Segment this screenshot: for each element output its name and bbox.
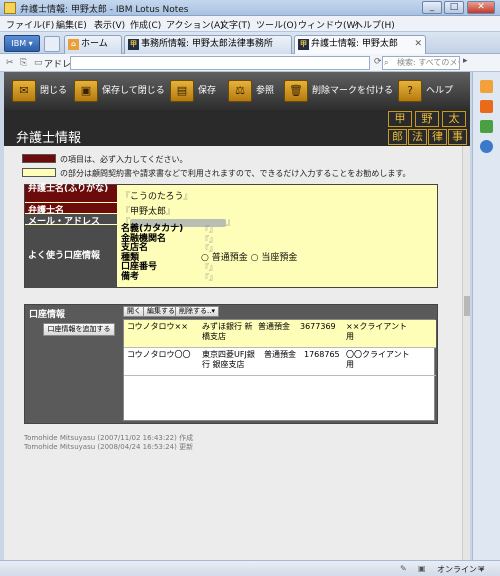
menu-file[interactable]: ファイル(F) bbox=[6, 18, 54, 31]
recommended-legend: の部分は顧問契約書や請求書などで利用されますので、できるだけ入力することをお勧め… bbox=[60, 169, 411, 178]
title-bar: 弁護士情報: 甲野太郎 - IBM Lotus Notes _ □ ✕ bbox=[0, 0, 500, 16]
reference-icon: ⚖ bbox=[228, 80, 252, 102]
menu-edit[interactable]: 編集(E) bbox=[56, 18, 87, 31]
mail-status-icon[interactable]: ✉ bbox=[478, 564, 485, 573]
account-field-labels: 名義(カタカナ) 金融機関名 支店名 種類 口座番号 備考 bbox=[121, 224, 184, 282]
required-legend: の項目は、必ず入力してください。 bbox=[60, 155, 188, 164]
menu-view[interactable]: 表示(V) bbox=[94, 18, 125, 31]
tab-home[interactable]: ⌂ ホーム bbox=[64, 35, 122, 54]
status-bar: ✎ ▣ オンライン ▾ ✉ bbox=[0, 560, 500, 576]
kana-field[interactable]: 『こうのたろう』 bbox=[121, 189, 193, 202]
sametime-icon[interactable] bbox=[480, 120, 493, 133]
trash-icon: 🗑 bbox=[284, 80, 308, 102]
edit-button[interactable]: 編集する bbox=[143, 306, 179, 317]
help-label: ヘルプ bbox=[426, 86, 454, 96]
created-info: Tomohide Mitsuyasu (2007/11/02 16:43:22)… bbox=[24, 434, 194, 442]
activities-icon[interactable] bbox=[480, 140, 493, 153]
account-section: 口座情報 口座情報を追加する 開く 編集する 削除する..▾ コウノタロウ×× … bbox=[24, 304, 438, 424]
scrollbar-thumb[interactable] bbox=[464, 296, 470, 316]
mark-delete-button[interactable]: 🗑 削除マークを付ける bbox=[284, 78, 393, 104]
required-swatch bbox=[22, 154, 56, 163]
table-row[interactable]: コウノタロウ〇〇 東京四菱UFJ銀行 銀座支店 普通預金 1768765 〇〇ク… bbox=[124, 348, 436, 376]
save-close-icon: ▣ bbox=[74, 80, 98, 102]
notes-db-icon: 甲 bbox=[298, 39, 309, 50]
paste-icon[interactable]: ▭ bbox=[34, 58, 43, 68]
mark-delete-label: 削除マークを付ける bbox=[312, 86, 394, 96]
name-label: 弁護士名 bbox=[25, 203, 117, 216]
save-label: 保存 bbox=[198, 86, 217, 96]
minimize-button[interactable]: _ bbox=[422, 1, 442, 14]
close-doc-icon: ✉ bbox=[12, 80, 36, 102]
action-bar: ✉ 閉じる ▣ 保存して閉じる ▤ 保存 ⚖ 参照 🗑 削除マークを付ける ? … bbox=[4, 72, 470, 110]
document-history: Tomohide Mitsuyasu (2007/11/02 16:43:22)… bbox=[24, 434, 193, 452]
address-input[interactable] bbox=[70, 56, 370, 70]
close-window-button[interactable]: ✕ bbox=[467, 1, 495, 14]
page-header: 弁護士情報 甲 野 太 郎 法 律 事 bbox=[4, 110, 470, 146]
account-type-radio[interactable]: ○ 普通預金 ○ 当座預金 bbox=[201, 253, 297, 264]
delete-button[interactable]: 削除する..▾ bbox=[175, 306, 219, 317]
tab-office-label: 事務所情報: 甲野太郎法律事務所 bbox=[141, 39, 273, 49]
table-row[interactable]: コウノタロウ×× みずほ銀行 新橋支店 普通預金 3677369 ××クライアン… bbox=[124, 320, 436, 348]
recommended-swatch bbox=[22, 168, 56, 177]
search-input[interactable]: 検索: すべてのメール bbox=[382, 56, 460, 70]
edit-mode-icon: ✎ bbox=[400, 564, 407, 573]
copy-icon[interactable]: ⎘ bbox=[20, 58, 27, 68]
search-icon: ⌕ bbox=[384, 58, 389, 67]
account-list: コウノタロウ×× みずほ銀行 新橋支店 普通預金 3677369 ××クライアン… bbox=[123, 319, 436, 421]
menu-text[interactable]: 文字(T) bbox=[220, 18, 251, 31]
close-doc-button[interactable]: ✉ 閉じる bbox=[12, 78, 67, 104]
account-info-label: よく使う口座情報 bbox=[25, 225, 117, 288]
tab-bar: IBM ▾ ⌂ ホーム 甲 事務所情報: 甲野太郎法律事務所 甲 弁護士情報: … bbox=[0, 32, 500, 55]
tab-office-info[interactable]: 甲 事務所情報: 甲野太郎法律事務所 bbox=[124, 35, 292, 54]
open-button[interactable]: 開く bbox=[123, 306, 145, 317]
open-list-button[interactable]: IBM ▾ bbox=[4, 35, 40, 52]
online-status[interactable]: オンライン ▾ bbox=[437, 564, 484, 575]
save-close-button[interactable]: ▣ 保存して閉じる bbox=[74, 78, 165, 104]
search-go-icon[interactable]: ▸ bbox=[463, 56, 475, 70]
menu-tools[interactable]: ツール(O) bbox=[256, 18, 297, 31]
save-button[interactable]: ▤ 保存 bbox=[170, 78, 216, 104]
close-doc-label: 閉じる bbox=[40, 86, 68, 96]
home-icon: ⌂ bbox=[68, 39, 79, 50]
email-label: メール・アドレス bbox=[25, 214, 117, 227]
account-field-inputs[interactable]: 『』 『』 『』 ○ 普通預金 ○ 当座預金 『』 『』 bbox=[201, 225, 297, 282]
save-icon: ▤ bbox=[170, 80, 194, 102]
notes-db-icon: 甲 bbox=[128, 39, 139, 50]
maximize-button[interactable]: □ bbox=[444, 1, 464, 14]
menu-action[interactable]: アクション(A) bbox=[166, 18, 224, 31]
lawyer-form: 弁護士名(ふりがな) 『こうのたろう』 弁護士名 『甲野太郎』 メール・アドレス… bbox=[24, 184, 438, 288]
back-icon[interactable]: ✂ bbox=[6, 58, 14, 68]
window-tabs-icon[interactable] bbox=[44, 36, 60, 52]
lock-icon: ▣ bbox=[418, 564, 426, 573]
account-section-label: 口座情報 bbox=[29, 310, 66, 320]
right-sidebar bbox=[472, 72, 500, 560]
kana-label: 弁護士名(ふりがな) bbox=[25, 185, 117, 203]
page-title: 弁護士情報 bbox=[16, 131, 82, 146]
menu-help[interactable]: ヘルプ(H) bbox=[354, 18, 395, 31]
calendar-icon[interactable] bbox=[480, 80, 493, 93]
add-account-button[interactable]: 口座情報を追加する bbox=[43, 323, 115, 336]
firm-logo: 甲 野 太 郎 法 律 事 bbox=[386, 111, 468, 145]
form-content: の項目は、必ず入力してください。 の部分は顧問契約書や請求書などで利用されますの… bbox=[4, 146, 470, 560]
reference-label: 参照 bbox=[256, 86, 275, 96]
close-tab-icon[interactable]: ✕ bbox=[414, 36, 422, 53]
vertical-scrollbar[interactable] bbox=[462, 146, 470, 560]
feeds-icon[interactable] bbox=[480, 100, 493, 113]
refresh-icon[interactable]: ⟳ bbox=[374, 57, 382, 67]
window-title: 弁護士情報: 甲野太郎 - IBM Lotus Notes bbox=[20, 5, 189, 15]
save-close-label: 保存して閉じる bbox=[102, 86, 165, 96]
menu-window[interactable]: ウィンドウ(W) bbox=[298, 18, 359, 31]
help-button[interactable]: ? ヘルプ bbox=[398, 78, 453, 104]
menu-create[interactable]: 作成(C) bbox=[130, 18, 161, 31]
tab-lawyer-label: 弁護士情報: 甲野太郎 bbox=[311, 39, 398, 49]
menu-bar: ファイル(F) 編集(E) 表示(V) 作成(C) アクション(A) 文字(T)… bbox=[0, 16, 500, 32]
help-icon: ? bbox=[398, 80, 422, 102]
lotus-notes-app-icon bbox=[4, 2, 16, 14]
tab-home-label: ホーム bbox=[81, 39, 108, 49]
tab-lawyer-info[interactable]: 甲 弁護士情報: 甲野太郎 ✕ bbox=[294, 35, 426, 55]
updated-info: Tomohide Mitsuyasu (2008/04/24 16:53:24)… bbox=[24, 443, 194, 451]
address-bar: ✂ ⎘ ▭ アドレス ⟳ 検索: すべてのメール ⌕ ▸ bbox=[0, 54, 500, 72]
reference-button[interactable]: ⚖ 参照 bbox=[228, 78, 274, 104]
